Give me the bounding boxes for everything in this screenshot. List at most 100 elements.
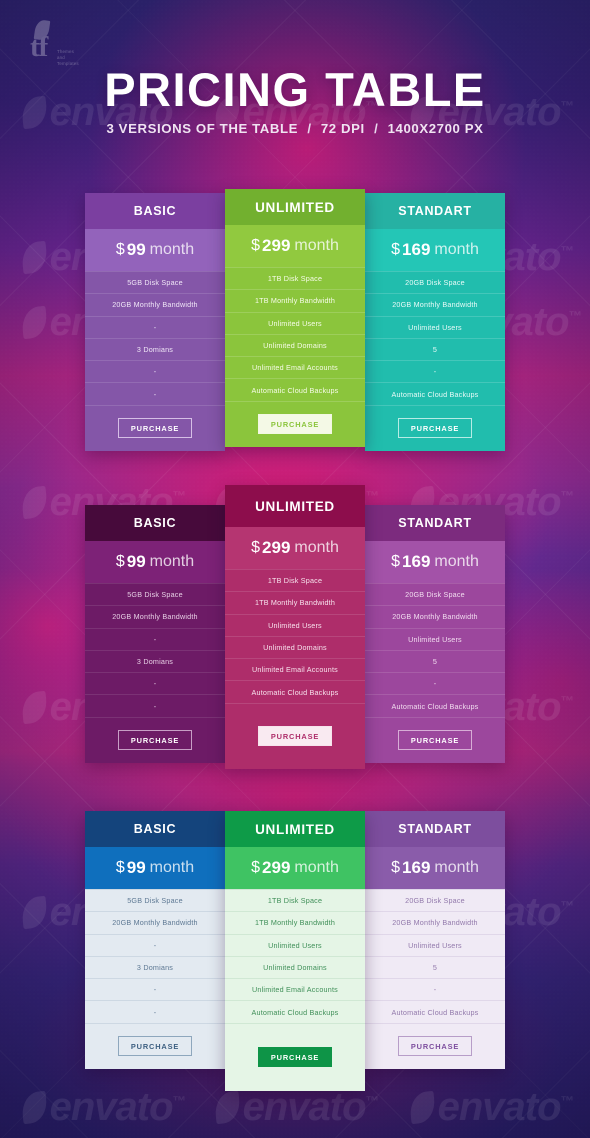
- feature-row: 20GB Disk Space: [365, 889, 505, 913]
- price-period: month: [149, 859, 195, 876]
- feature-row: Automatic Cloud Backups: [225, 379, 365, 402]
- plan-price-basic: $99 month: [85, 229, 225, 271]
- pricing-column-unlimited: UNLIMITED $299 month 1TB Disk Space 1TB Mont…: [225, 811, 365, 1091]
- feature-row: Automatic Cloud Backups: [225, 1001, 365, 1024]
- feature-row: Unlimited Domains: [225, 335, 365, 358]
- feature-row: 1TB Monthly Bandwidth: [225, 290, 365, 313]
- feature-row: -: [365, 979, 505, 1002]
- feature-row: -: [85, 629, 225, 651]
- purchase-button-area: PURCHASE: [85, 1024, 225, 1069]
- feature-row: -: [85, 317, 225, 339]
- pricing-column-standart: STANDART $169 month 20GB Disk Space 20GB Mon…: [365, 193, 505, 451]
- feature-row: 3 Domians: [85, 651, 225, 674]
- purchase-button-standart[interactable]: PURCHASE: [398, 1036, 472, 1057]
- price-period: month: [149, 241, 195, 258]
- pricing-column-basic: BASIC $99 month 5GB Disk Space 20GB Monthly …: [85, 193, 225, 451]
- subtitle-separator-2: /: [374, 121, 379, 136]
- feature-row: Unlimited Domains: [225, 637, 365, 660]
- price-amount: 99: [126, 858, 146, 877]
- feature-row: -: [85, 673, 225, 696]
- feature-row: -: [365, 361, 505, 384]
- feature-row: 1TB Monthly Bandwidth: [225, 592, 365, 615]
- pricing-column-unlimited: UNLIMITED $299 month 1TB Disk Space 1TB Mont…: [225, 189, 365, 447]
- purchase-button-unlimited[interactable]: PURCHASE: [258, 414, 332, 435]
- purchase-button-area: PURCHASE: [85, 718, 225, 763]
- plan-price-basic: $99 month: [85, 847, 225, 889]
- feature-row: 5: [365, 651, 505, 674]
- price-currency: $: [115, 859, 125, 876]
- feature-row: 20GB Monthly Bandwidth: [85, 912, 225, 935]
- feature-row: 20GB Monthly Bandwidth: [365, 606, 505, 629]
- price-period: month: [434, 241, 479, 258]
- plan-price-unlimited: $299 month: [225, 847, 365, 889]
- feature-row: Unlimited Users: [365, 317, 505, 339]
- watermark-envato: envato™: [408, 1085, 574, 1130]
- subtitle-versions: 3 VERSIONS OF THE TABLE: [106, 121, 299, 136]
- plan-price-unlimited: $299 month: [225, 527, 365, 569]
- feature-row: 5: [365, 957, 505, 980]
- feature-row: 20GB Monthly Bandwidth: [365, 912, 505, 935]
- price-amount: 299: [262, 858, 291, 877]
- feature-row: 5GB Disk Space: [85, 583, 225, 607]
- feature-row: Automatic Cloud Backups: [365, 695, 505, 718]
- feature-row: 5GB Disk Space: [85, 271, 225, 295]
- price-currency: $: [391, 859, 401, 876]
- plan-name-unlimited: UNLIMITED: [225, 189, 365, 225]
- plan-name-unlimited: UNLIMITED: [225, 485, 365, 527]
- feature-row: -: [85, 361, 225, 384]
- price-amount: 299: [262, 236, 291, 255]
- plan-name-standart: STANDART: [365, 193, 505, 229]
- purchase-button-standart[interactable]: PURCHASE: [398, 418, 472, 439]
- price-amount: 299: [262, 538, 291, 557]
- price-period: month: [294, 859, 339, 876]
- page-title: PRICING TABLE: [104, 63, 486, 116]
- purchase-button-standart[interactable]: PURCHASE: [398, 730, 472, 751]
- watermark-envato: envato™: [213, 1085, 379, 1130]
- feature-row: 20GB Monthly Bandwidth: [85, 606, 225, 629]
- price-period: month: [434, 553, 479, 570]
- pricing-column-basic: BASIC $99 month 5GB Disk Space 20GB Monthly …: [85, 505, 225, 763]
- plan-name-basic: BASIC: [85, 811, 225, 847]
- feature-row: -: [85, 979, 225, 1002]
- price-amount: 99: [126, 240, 146, 259]
- price-amount: 169: [402, 240, 431, 259]
- purchase-button-basic[interactable]: PURCHASE: [118, 1036, 192, 1057]
- purchase-button-unlimited[interactable]: PURCHASE: [258, 1047, 332, 1068]
- feature-row: 1TB Monthly Bandwidth: [225, 912, 365, 935]
- feature-row: 20GB Monthly Bandwidth: [85, 294, 225, 317]
- plan-name-standart: STANDART: [365, 811, 505, 847]
- feature-row: 20GB Disk Space: [365, 271, 505, 295]
- variant-2-dark: BASIC $99 month 5GB Disk Space 20GB Monthly …: [85, 485, 505, 769]
- variant-3-light: BASIC $99 month 5GB Disk Space 20GB Monthly …: [85, 811, 505, 1091]
- plan-price-basic: $99 month: [85, 541, 225, 583]
- subtitle-separator-1: /: [307, 121, 312, 136]
- purchase-button-area: PURCHASE: [365, 406, 505, 451]
- feature-row: 5: [365, 339, 505, 362]
- feature-row: -: [85, 935, 225, 957]
- plan-name-basic: BASIC: [85, 505, 225, 541]
- feature-row: 3 Domians: [85, 339, 225, 362]
- feature-row: Unlimited Users: [365, 629, 505, 651]
- price-currency: $: [115, 241, 125, 258]
- feature-row: Unlimited Email Accounts: [225, 979, 365, 1002]
- variant-1-vivid: BASIC $99 month 5GB Disk Space 20GB Monthly …: [85, 189, 505, 451]
- price-period: month: [294, 237, 339, 254]
- feature-row: Unlimited Email Accounts: [225, 357, 365, 380]
- purchase-button-unlimited[interactable]: PURCHASE: [258, 726, 332, 747]
- plan-name-standart: STANDART: [365, 505, 505, 541]
- watermark-envato: envato™: [20, 1085, 186, 1130]
- feature-row: Automatic Cloud Backups: [225, 681, 365, 704]
- purchase-button-basic[interactable]: PURCHASE: [118, 418, 192, 439]
- purchase-button-basic[interactable]: PURCHASE: [118, 730, 192, 751]
- purchase-button-area: PURCHASE: [225, 704, 365, 769]
- feature-row: Unlimited Users: [225, 313, 365, 335]
- feature-row: Automatic Cloud Backups: [365, 1001, 505, 1024]
- plan-price-standart: $169 month: [365, 847, 505, 889]
- feature-row: -: [85, 695, 225, 718]
- plan-name-unlimited: UNLIMITED: [225, 811, 365, 847]
- subtitle-dimensions: 1400X2700 PX: [387, 121, 484, 136]
- feature-row: Unlimited Users: [225, 935, 365, 957]
- price-currency: $: [251, 539, 261, 556]
- price-amount: 169: [402, 858, 431, 877]
- feature-row: 1TB Disk Space: [225, 889, 365, 913]
